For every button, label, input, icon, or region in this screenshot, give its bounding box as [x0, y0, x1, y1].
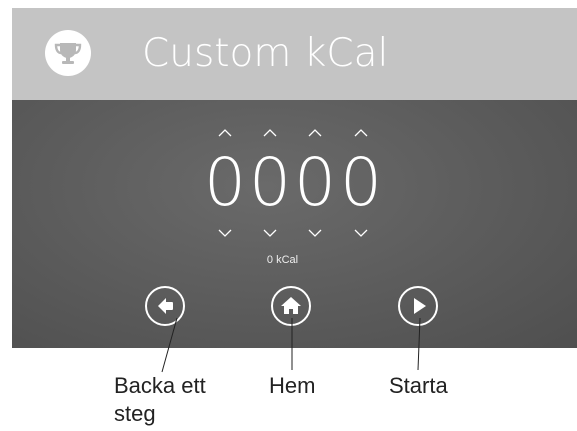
digit-2: 0	[249, 144, 291, 221]
chevron-down-icon[interactable]	[202, 228, 248, 244]
digit-1: 0	[204, 144, 246, 221]
home-icon	[281, 297, 301, 314]
play-icon	[414, 298, 426, 314]
digit-3: 0	[294, 144, 336, 221]
callout-label-start: Starta	[389, 373, 448, 398]
device-screen: Custom kCal 0 0 0 0 0 kCal	[12, 8, 577, 348]
arrow-left-icon	[158, 298, 173, 314]
chevron-down-icon[interactable]	[292, 228, 338, 244]
title-bar: Custom kCal	[12, 8, 577, 100]
back-button[interactable]	[145, 286, 185, 326]
home-button[interactable]	[271, 286, 311, 326]
callout-label-home: Hem	[269, 373, 316, 398]
kcal-input-panel: 0 0 0 0 0 kCal	[12, 100, 577, 348]
page-title: Custom kCal	[142, 31, 389, 76]
trophy-icon	[45, 30, 91, 76]
start-button[interactable]	[398, 286, 438, 326]
kcal-value-readout: 0 kCal	[266, 254, 299, 266]
chevron-down-icon[interactable]	[247, 228, 293, 244]
digit-4: 0	[340, 144, 382, 221]
chevron-down-icon[interactable]	[338, 228, 384, 244]
callout-label-back: Backa ett steg	[114, 373, 206, 426]
